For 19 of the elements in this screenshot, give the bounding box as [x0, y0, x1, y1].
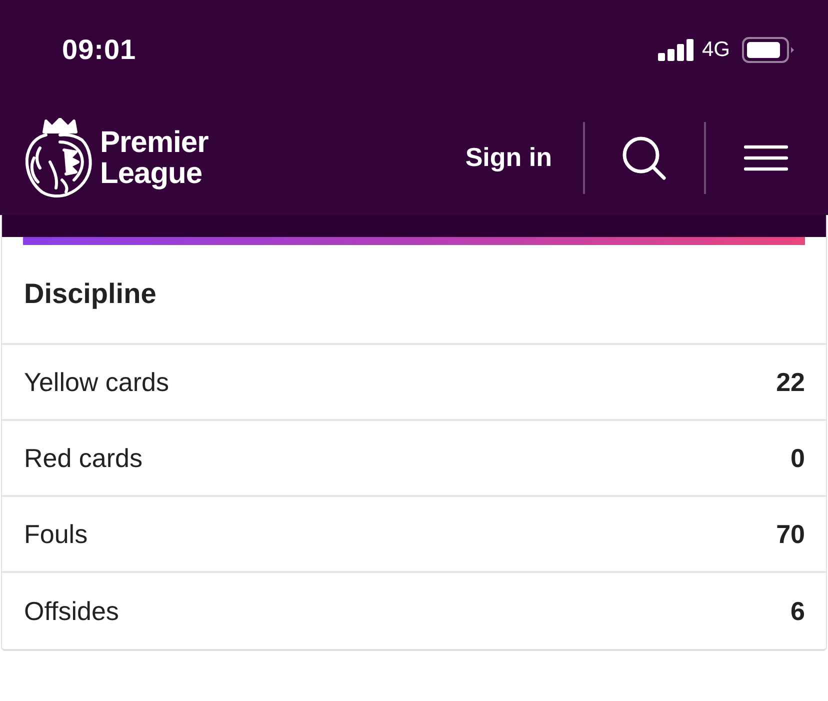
logo-wordmark: Premier League [100, 126, 208, 188]
card-title: Discipline [24, 278, 156, 310]
network-type: 4G [702, 38, 730, 62]
search-icon [622, 136, 666, 180]
stat-value: 22 [776, 366, 805, 398]
battery-icon [742, 37, 794, 63]
stat-value: 6 [790, 596, 805, 626]
stat-value: 0 [790, 442, 805, 474]
menu-icon [744, 144, 788, 170]
search-button[interactable] [622, 136, 666, 180]
stat-value: 70 [776, 518, 805, 550]
status-time: 09:01 [62, 34, 136, 66]
signal-icon [658, 39, 694, 61]
sign-in-button[interactable]: Sign in [465, 142, 552, 173]
menu-button[interactable] [744, 144, 788, 170]
stat-label: Fouls [24, 518, 88, 550]
stat-label: Yellow cards [24, 366, 170, 398]
stat-label: Offsides [24, 596, 119, 626]
stat-label: Red cards [24, 442, 142, 474]
